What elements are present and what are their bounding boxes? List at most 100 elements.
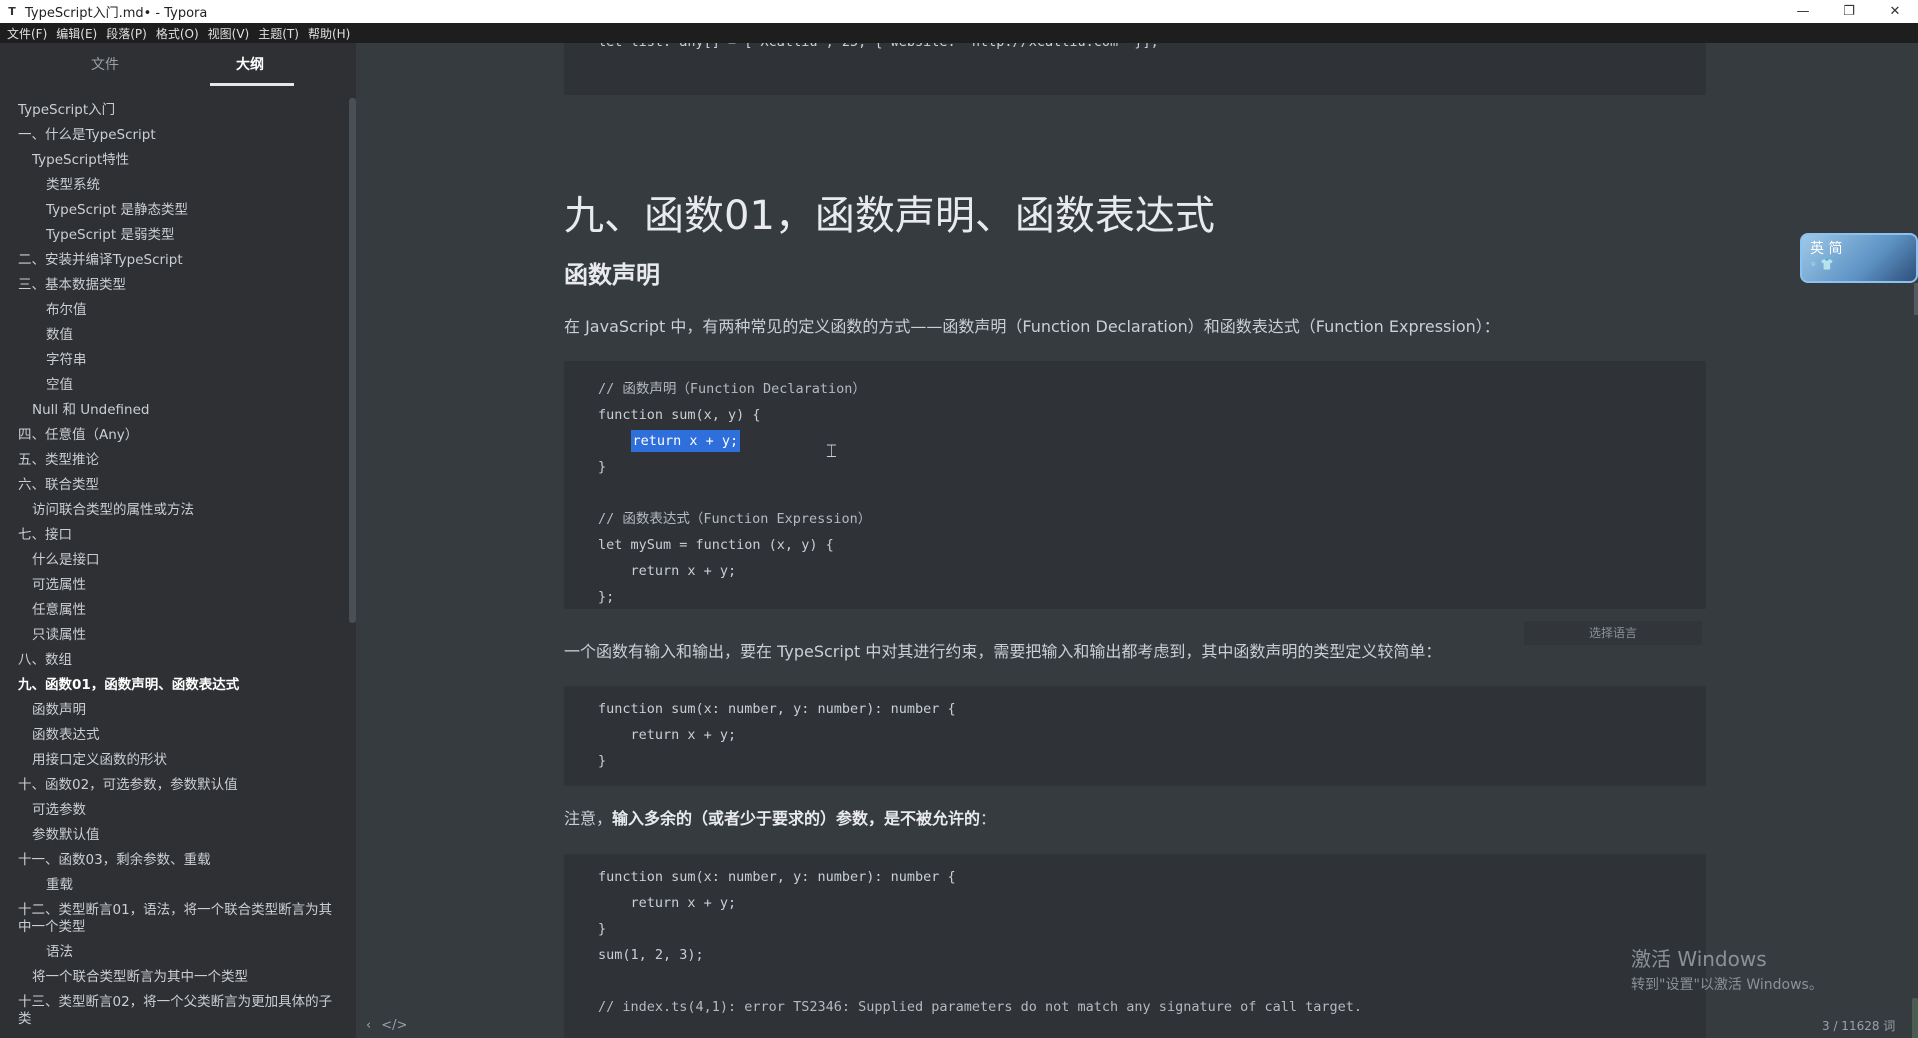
- menu-format[interactable]: 格式(O): [153, 25, 205, 42]
- outline-item[interactable]: 十三、类型断言02，将一个父类断言为更加具体的子类: [0, 990, 345, 1028]
- outline-item[interactable]: 二、安装并编译TypeScript: [0, 248, 345, 273]
- outline-item[interactable]: 函数表达式: [0, 723, 345, 748]
- code-block-error[interactable]: function sum(x: number, y: number): numb…: [564, 854, 1706, 1038]
- note-bold: 输入多余的（或者少于要求的）参数，是不被允许的: [612, 809, 981, 828]
- code-line: }: [598, 753, 607, 769]
- ime-label: 英 简: [1810, 241, 1843, 257]
- menu-edit[interactable]: 编辑(E): [53, 25, 103, 42]
- outline-item[interactable]: 可选参数: [0, 798, 345, 823]
- outline-item[interactable]: 空值: [0, 373, 345, 398]
- outline-item[interactable]: 六、联合类型: [0, 473, 345, 498]
- minimize-icon[interactable]: —: [1780, 0, 1826, 23]
- outline-item[interactable]: 十、函数02，可选参数，参数默认值: [0, 773, 345, 798]
- outline-item[interactable]: 语法: [0, 940, 345, 965]
- code-block-declaration[interactable]: // 函数声明（Function Declaration） function s…: [564, 361, 1706, 609]
- tab-files[interactable]: 文件: [45, 43, 165, 88]
- heading-h2: 函数声明: [564, 261, 660, 289]
- code-block-top[interactable]: let list: any[] = ['Xcatliu', 25, { webs…: [564, 43, 1706, 95]
- code-line: function sum(x, y) {: [598, 407, 761, 423]
- menu-help[interactable]: 帮助(H): [305, 25, 356, 42]
- code-line: }: [598, 921, 607, 937]
- outline-item[interactable]: Null 和 Undefined: [0, 398, 345, 423]
- window-controls: — ❐ ✕: [1780, 0, 1918, 23]
- menu-bar: 文件(F) 编辑(E) 段落(P) 格式(O) 视图(V) 主题(T) 帮助(H…: [0, 23, 1918, 43]
- outline-item[interactable]: 十一、函数03，剩余参数、重载: [0, 848, 345, 873]
- menu-theme[interactable]: 主题(T): [255, 25, 305, 42]
- outline-item[interactable]: 什么是接口: [0, 548, 345, 573]
- outline-item[interactable]: 函数声明: [0, 698, 345, 723]
- code-line: return x + y;: [598, 428, 1706, 454]
- outline-item[interactable]: 十二、类型断言01，语法，将一个联合类型断言为其中一个类型: [0, 898, 345, 940]
- outline-item[interactable]: 用接口定义函数的形状: [0, 748, 345, 773]
- code-line: function sum(x: number, y: number): numb…: [598, 869, 956, 885]
- code-block-typed[interactable]: function sum(x: number, y: number): numb…: [564, 686, 1706, 786]
- menu-paragraph[interactable]: 段落(P): [103, 25, 153, 42]
- editor-pane[interactable]: let list: any[] = ['Xcatliu', 25, { webs…: [356, 43, 1918, 1038]
- ime-status-widget[interactable]: 英 简 ◦ 👕: [1800, 233, 1918, 283]
- code-line: let list: any[] = ['Xcatliu', 25, { webs…: [598, 43, 1706, 55]
- tab-outline[interactable]: 大纲: [190, 43, 310, 88]
- outline-item[interactable]: 可选属性: [0, 573, 345, 598]
- outline-item[interactable]: 三、基本数据类型: [0, 273, 345, 298]
- outline-item[interactable]: TypeScript 是弱类型: [0, 223, 345, 248]
- windows-activation-watermark: 激活 Windows 转到"设置"以激活 Windows。: [1631, 943, 1823, 994]
- code-line: // 函数表达式（Function Expression）: [598, 511, 872, 527]
- code-line: }: [598, 459, 607, 475]
- code-line: let mySum = function (x, y) {: [598, 537, 834, 553]
- restore-icon[interactable]: ❐: [1826, 0, 1872, 23]
- note-prefix: 注意，: [564, 809, 613, 828]
- outline-item[interactable]: 五、类型推论: [0, 448, 345, 473]
- editor-scrollbar[interactable]: [1914, 283, 1918, 315]
- paragraph-note: 注意，输入多余的（或者少于要求的）参数，是不被允许的：: [564, 805, 996, 829]
- close-icon[interactable]: ✕: [1872, 0, 1918, 23]
- outline-item[interactable]: 任意属性: [0, 598, 345, 623]
- outline-item[interactable]: 字符串: [0, 348, 345, 373]
- watermark-line2: 转到"设置"以激活 Windows。: [1631, 977, 1823, 993]
- typora-app-icon: T: [8, 4, 16, 18]
- code-line: return x + y;: [598, 563, 737, 579]
- outline-item[interactable]: 重载: [0, 873, 345, 898]
- text-cursor-icon: ⌶: [826, 441, 837, 462]
- selected-text: return x + y;: [630, 430, 741, 452]
- window-title: TypeScript入门.md• - Typora: [25, 6, 208, 21]
- menu-file[interactable]: 文件(F): [4, 25, 53, 42]
- code-line: function sum(x: number, y: number): numb…: [598, 701, 956, 717]
- sidebar-tabs: 文件 大纲: [0, 43, 356, 88]
- code-line: // 函数声明（Function Declaration）: [598, 381, 866, 397]
- outline-item[interactable]: 布尔值: [0, 298, 345, 323]
- code-icon[interactable]: </>: [381, 1018, 407, 1033]
- language-selector[interactable]: 选择语言: [1524, 621, 1702, 645]
- watermark-line1: 激活 Windows: [1631, 947, 1767, 971]
- paragraph-intro: 在 JavaScript 中，有两种常见的定义函数的方式——函数声明（Funct…: [564, 317, 1500, 336]
- outline-item[interactable]: 将一个联合类型断言为其中一个类型: [0, 965, 345, 990]
- outline-item[interactable]: 一、什么是TypeScript: [0, 123, 345, 148]
- code-line: return x + y;: [598, 727, 737, 743]
- outline-item[interactable]: TypeScript入门: [0, 98, 345, 123]
- sidebar-scrollbar[interactable]: [349, 98, 356, 623]
- outline-item[interactable]: 访问联合类型的属性或方法: [0, 498, 345, 523]
- paragraph-constraint: 一个函数有输入和输出，要在 TypeScript 中对其进行约束，需要把输入和输…: [564, 642, 1442, 661]
- code-line: return x + y;: [598, 895, 737, 911]
- chevron-left-icon[interactable]: ‹: [366, 1018, 371, 1033]
- outline-item[interactable]: 参数默认值: [0, 823, 345, 848]
- menu-view[interactable]: 视图(V): [205, 25, 256, 42]
- outline-item[interactable]: 四、任意值（Any）: [0, 423, 345, 448]
- outline-item[interactable]: 类型系统: [0, 173, 345, 198]
- title-bar: T TypeScript入门.md• - Typora — ❐ ✕: [0, 0, 1918, 23]
- heading-h1: 九、函数01，函数声明、函数表达式: [564, 193, 1215, 239]
- outline-item[interactable]: TypeScript特性: [0, 148, 345, 173]
- outline-item[interactable]: 九、函数01，函数声明、函数表达式: [0, 673, 345, 698]
- outline-item[interactable]: 只读属性: [0, 623, 345, 648]
- outline-item[interactable]: 数值: [0, 323, 345, 348]
- note-suffix: ：: [980, 809, 997, 828]
- code-line: };: [598, 589, 615, 605]
- code-line: sum(1, 2, 3);: [598, 947, 704, 963]
- outline-item[interactable]: 八、数组: [0, 648, 345, 673]
- word-count[interactable]: 3 / 11628 词: [1822, 1017, 1895, 1034]
- outline-item[interactable]: TypeScript 是静态类型: [0, 198, 345, 223]
- outline-item[interactable]: 七、接口: [0, 523, 345, 548]
- outline-list: TypeScript入门 一、什么是TypeScript TypeScript特性类…: [0, 98, 345, 1028]
- sidebar: 文件 大纲 TypeScript入门 一、什么是TypeScript TypeScr…: [0, 43, 356, 1038]
